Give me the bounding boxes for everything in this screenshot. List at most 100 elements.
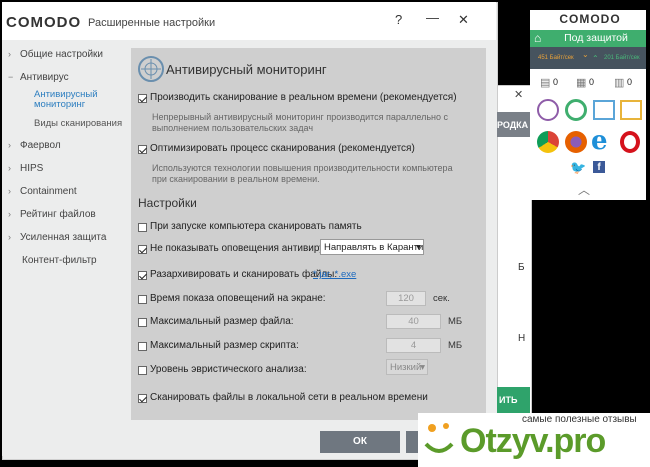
- antivirus-monitor-icon: [138, 56, 164, 82]
- chevron-right-icon: ›: [8, 140, 11, 150]
- home-icon[interactable]: ⌂: [534, 31, 541, 45]
- background-button-text: ИТЬ: [499, 395, 518, 405]
- sidebar-item-label: Containment: [20, 186, 77, 197]
- widget-logo: COMODO: [559, 12, 621, 26]
- help-button[interactable]: ?: [395, 12, 402, 27]
- watermark-text: Otzyv.pro: [460, 422, 606, 460]
- background-close-icon[interactable]: ✕: [514, 88, 523, 101]
- scan-radar-icon[interactable]: [537, 99, 559, 121]
- optimize-scan-label: Оптимизировать процесс сканирования (рек…: [150, 143, 415, 154]
- sidebar-item-label: Фаервол: [20, 140, 61, 151]
- shopping-icon[interactable]: [620, 100, 642, 120]
- comodo-logo: COMODO: [6, 14, 82, 31]
- dropdown-arrow-icon: ▾: [416, 242, 421, 253]
- realtime-scan-label: Производить сканирование в реальном врем…: [150, 92, 457, 103]
- upload-arrow-icon: ⌃: [592, 54, 599, 63]
- sandbox-icon: ▦: [576, 77, 587, 89]
- max-file-size-checkbox[interactable]: [138, 318, 147, 327]
- sidebar-item-enhanced-protection[interactable]: › Усиленная защита: [8, 232, 106, 243]
- alert-time-label: Время показа оповещений на экране:: [150, 293, 326, 304]
- sidebar-item-label: HIPS: [20, 163, 44, 174]
- realtime-scan-checkbox[interactable]: [138, 94, 147, 103]
- scan-memory-label: При запуске компьютера сканировать памят…: [150, 221, 362, 232]
- counters-row: ▤ 0 ▦ 0 ▥ 0: [532, 72, 644, 92]
- chrome-icon[interactable]: [537, 131, 559, 153]
- task-icon: ▤: [540, 77, 551, 89]
- background-fragment: Н: [518, 333, 526, 344]
- max-script-size-label: Максимальный размер скрипта:: [150, 340, 299, 351]
- alert-time-input[interactable]: 120: [386, 291, 426, 306]
- protection-status: Под защитой: [564, 32, 628, 44]
- download-arrow-icon: ⌄: [582, 50, 589, 59]
- traffic-out: 201 Байт/сек: [604, 55, 640, 61]
- max-script-size-unit: МБ: [448, 340, 463, 351]
- close-button[interactable]: ✕: [458, 12, 469, 28]
- sidebar-item-content-filter[interactable]: Контент-фильтр: [22, 255, 97, 266]
- chevron-right-icon: ›: [8, 163, 11, 173]
- background-header-text: РОДКА: [497, 120, 529, 130]
- watermark-logo: [422, 418, 456, 458]
- chevron-right-icon: ›: [8, 209, 11, 219]
- minimize-button[interactable]: —: [426, 10, 439, 25]
- settings-heading: Настройки: [138, 196, 197, 210]
- alert-action-select[interactable]: Направлять в Карантин ▾: [320, 239, 424, 255]
- heuristics-label: Уровень эвристического анализа:: [150, 364, 307, 375]
- opera-icon[interactable]: [620, 131, 640, 153]
- dropdown-arrow-icon: ▾: [420, 362, 425, 373]
- virtual-desktop-icon[interactable]: [593, 100, 615, 120]
- traffic-in: 451 Байт/сек: [538, 55, 574, 61]
- sidebar-subitem-av-monitoring[interactable]: Антивирусный мониторинг: [34, 90, 114, 110]
- quarantine-icon: ▥: [614, 77, 625, 89]
- max-script-size-input[interactable]: 4: [386, 338, 441, 353]
- background-fragment: Б: [518, 262, 525, 273]
- twitter-icon[interactable]: 🐦: [570, 160, 586, 176]
- sidebar-item-label: Рейтинг файлов: [20, 209, 96, 220]
- update-refresh-icon[interactable]: [565, 99, 587, 121]
- collapse-icon: −: [8, 72, 14, 82]
- alert-action-value: Направлять в Карантин: [324, 242, 424, 253]
- ok-button[interactable]: ОК: [320, 431, 400, 453]
- hide-alerts-label: Не показывать оповещения антивируса: [150, 243, 335, 254]
- max-file-size-input[interactable]: 40: [386, 314, 441, 329]
- sidebar-item-label: Антивирус: [20, 72, 69, 83]
- heuristics-checkbox[interactable]: [138, 366, 147, 375]
- ie-icon[interactable]: e: [591, 126, 608, 156]
- sidebar-item-file-rating[interactable]: › Рейтинг файлов: [8, 209, 96, 220]
- unpack-archives-label: Разархивировать и сканировать файлы:: [150, 269, 338, 280]
- max-file-size-label: Максимальный размер файла:: [150, 316, 294, 327]
- network-scan-label: Сканировать файлы в локальной сети в реа…: [150, 392, 428, 403]
- sidebar-subitem-scan-types[interactable]: Виды сканирования: [34, 119, 122, 129]
- max-script-size-checkbox[interactable]: [138, 342, 147, 351]
- widget-collapse-icon[interactable]: ︿: [578, 181, 590, 198]
- sidebar-item-general[interactable]: › Общие настройки: [8, 49, 103, 60]
- facebook-icon[interactable]: f: [593, 161, 605, 173]
- counter-sandbox: 0: [589, 77, 595, 87]
- unpack-archives-checkbox[interactable]: [138, 271, 147, 280]
- heuristics-level-select[interactable]: Низкий ▾: [386, 359, 428, 375]
- max-file-size-unit: МБ: [448, 316, 463, 327]
- window-title: Расширенные настройки: [88, 17, 216, 29]
- chevron-right-icon: ›: [8, 186, 11, 196]
- chevron-right-icon: ›: [8, 232, 11, 242]
- alert-time-checkbox[interactable]: [138, 295, 147, 304]
- optimize-scan-checkbox[interactable]: [138, 145, 147, 154]
- sidebar-item-label: Общие настройки: [20, 49, 103, 60]
- counter-quarantine: 0: [627, 77, 633, 87]
- heuristics-level-value: Низкий: [390, 362, 422, 373]
- alert-time-unit: сек.: [433, 293, 450, 304]
- panel-title: Антивирусный мониторинг: [166, 62, 327, 77]
- network-scan-checkbox[interactable]: [138, 394, 147, 403]
- counter-tasks: 0: [553, 77, 559, 87]
- realtime-scan-desc: Непрерывный антивирусный мониторинг прои…: [152, 112, 449, 133]
- optimize-scan-desc: Используются технологии повышения произв…: [152, 163, 453, 184]
- sidebar-item-hips[interactable]: › HIPS: [8, 163, 43, 174]
- sidebar: › Общие настройки − Антивирус Антивирусный…: [2, 40, 127, 422]
- sidebar-item-containment[interactable]: › Containment: [8, 186, 77, 197]
- sidebar-item-antivirus[interactable]: − Антивирус: [8, 72, 69, 83]
- chevron-right-icon: ›: [8, 49, 11, 59]
- archive-types-link[interactable]: *.jar, *.exe: [313, 269, 356, 280]
- firefox-icon[interactable]: [565, 131, 587, 153]
- scan-memory-checkbox[interactable]: [138, 223, 147, 232]
- sidebar-item-firewall[interactable]: › Фаервол: [8, 140, 61, 151]
- hide-alerts-checkbox[interactable]: [138, 245, 147, 254]
